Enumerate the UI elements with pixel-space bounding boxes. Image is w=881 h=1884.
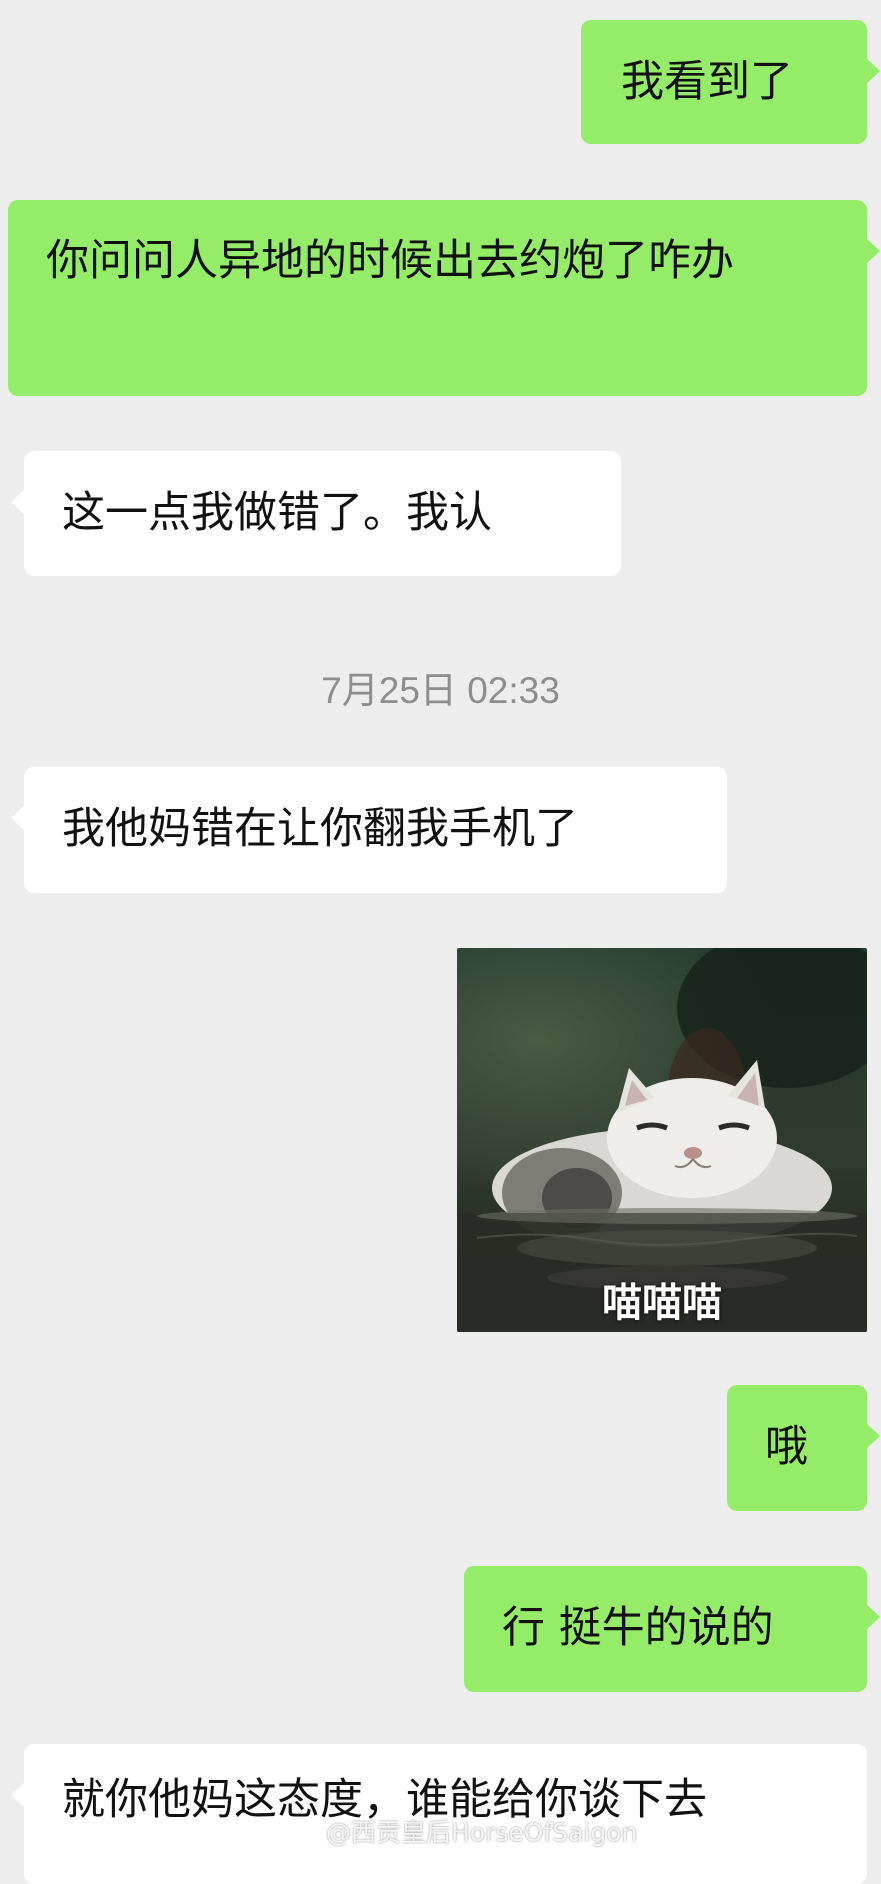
watermark-text: @西贡皇后HorseOfSaigon bbox=[326, 1818, 638, 1847]
message-bubble-sent[interactable]: 你问问人异地的时候出去约炮了咋办 bbox=[8, 200, 880, 396]
message-text: 行 挺牛的说的 bbox=[502, 1603, 774, 1653]
sticker-caption: 喵喵喵 bbox=[602, 1280, 722, 1326]
message-bubble-sent[interactable]: 我看到了 bbox=[581, 20, 880, 144]
message-text: 你问问人异地的时候出去约炮了咋办 bbox=[46, 236, 734, 286]
weibo-watermark: @西贡皇后HorseOfSaigon bbox=[290, 1815, 637, 1847]
chat-timestamp: 7月25日 02:33 bbox=[321, 670, 560, 711]
message-text: 哦 bbox=[765, 1422, 808, 1472]
message-text: 这一点我做错了。我认 bbox=[62, 488, 492, 538]
message-text: 我看到了 bbox=[621, 57, 793, 107]
message-bubble-sent[interactable]: 行 挺牛的说的 bbox=[464, 1566, 880, 1692]
weibo-logo-icon bbox=[290, 1821, 318, 1843]
message-text: 我他妈错在让你翻我手机了 bbox=[62, 804, 578, 854]
message-bubble-received[interactable]: 这一点我做错了。我认 bbox=[11, 451, 621, 576]
message-bubble-sent[interactable]: 哦 bbox=[727, 1385, 880, 1511]
cat-sticker-image[interactable]: 喵喵喵 bbox=[457, 948, 867, 1332]
message-bubble-received[interactable]: 我他妈错在让你翻我手机了 bbox=[11, 767, 727, 893]
